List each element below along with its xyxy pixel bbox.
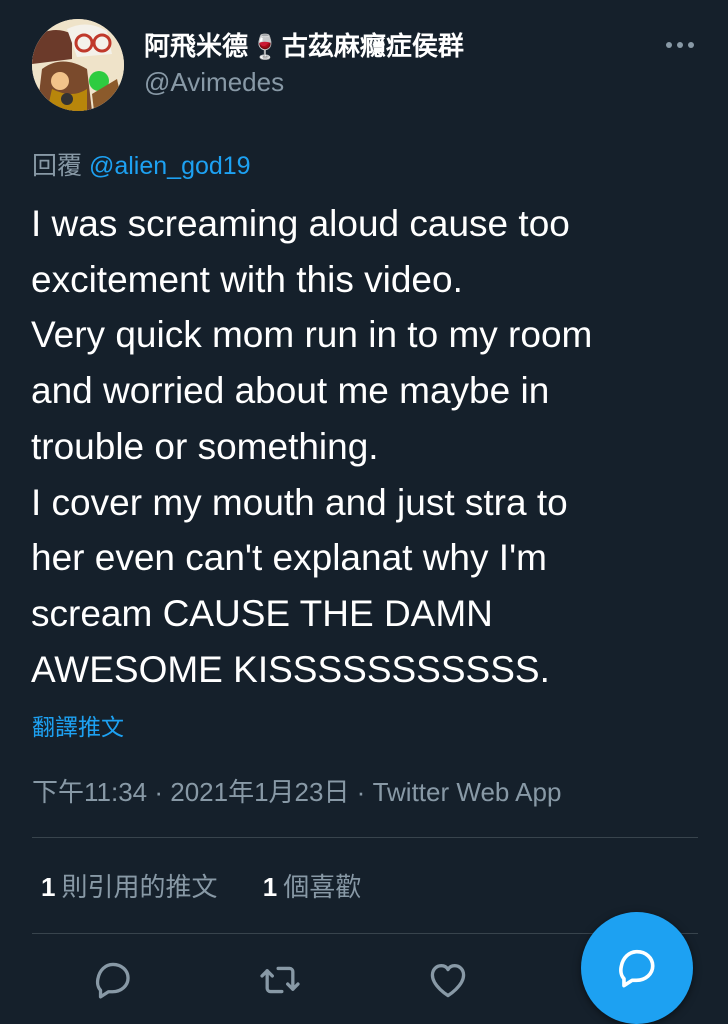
tweet-text-line: and worried about me maybe in bbox=[31, 370, 550, 412]
divider bbox=[32, 837, 698, 838]
reply-icon bbox=[95, 962, 130, 999]
more-options-button[interactable] bbox=[660, 30, 700, 60]
more-dot-icon bbox=[688, 42, 694, 48]
avatar-image bbox=[32, 19, 124, 111]
quote-tweets-stat[interactable]: 1 則引用的推文 bbox=[41, 867, 217, 904]
reply-to-line: 回覆 @alien_god19 bbox=[32, 146, 251, 182]
tweet-text-line: Very quick mom run in to my room bbox=[31, 314, 593, 356]
display-name-suffix: 古茲麻癮症侯群 bbox=[281, 31, 464, 61]
tweet-timestamp[interactable]: 下午11:34 · 2021年1月23日 · bbox=[32, 777, 373, 807]
likes-label: 個喜歡 bbox=[283, 872, 362, 902]
more-dot-icon bbox=[666, 42, 672, 48]
tweet-text: I was screaming aloud cause too exciteme… bbox=[31, 196, 711, 697]
quote-tweets-label: 則引用的推文 bbox=[61, 872, 218, 902]
likes-stat[interactable]: 1 個喜歡 bbox=[263, 867, 361, 904]
more-dot-icon bbox=[677, 42, 683, 48]
tweet-text-line: I was screaming aloud cause too bbox=[31, 203, 570, 244]
reply-button[interactable] bbox=[91, 958, 135, 1002]
tweet-text-line: scream CAUSE THE DAMN bbox=[31, 592, 493, 634]
translate-tweet-link[interactable]: 翻譯推文 bbox=[32, 708, 124, 742]
display-name[interactable]: 阿飛米德🍷古茲麻癮症侯群 bbox=[144, 26, 464, 63]
tweet-text-line: her even can't explanat why I'm bbox=[31, 537, 547, 579]
reply-to-mention-link[interactable]: @alien_god19 bbox=[89, 152, 251, 180]
tweet-text-line: AWESOME KISSSSSSSSSSS. bbox=[31, 648, 550, 690]
avatar[interactable] bbox=[32, 19, 124, 111]
compose-reply-fab[interactable] bbox=[581, 912, 693, 1024]
retweet-icon bbox=[260, 966, 300, 994]
tweet-meta: 下午11:34 · 2021年1月23日 · Twitter Web App bbox=[32, 772, 561, 809]
compose-reply-icon bbox=[619, 949, 655, 988]
tweet-text-line: trouble or something. bbox=[31, 425, 379, 467]
likes-count: 1 bbox=[262, 872, 278, 902]
quote-tweets-count: 1 bbox=[41, 872, 56, 902]
like-button[interactable] bbox=[426, 958, 470, 1002]
display-name-prefix: 阿飛米德 bbox=[144, 31, 249, 61]
tweet-stats: 1 則引用的推文 1 個喜歡 bbox=[41, 867, 399, 904]
wine-glass-icon: 🍷 bbox=[250, 34, 280, 61]
tweet-text-line: excitement with this video. bbox=[31, 258, 463, 300]
heart-icon bbox=[430, 964, 466, 998]
user-handle[interactable]: @Avimedes bbox=[144, 67, 284, 98]
reply-to-label: 回覆 bbox=[32, 152, 83, 180]
tweet-source-link[interactable]: Twitter Web App bbox=[373, 777, 562, 807]
retweet-button[interactable] bbox=[258, 958, 302, 1002]
tweet-text-line: I cover my mouth and just stra to bbox=[31, 481, 568, 523]
